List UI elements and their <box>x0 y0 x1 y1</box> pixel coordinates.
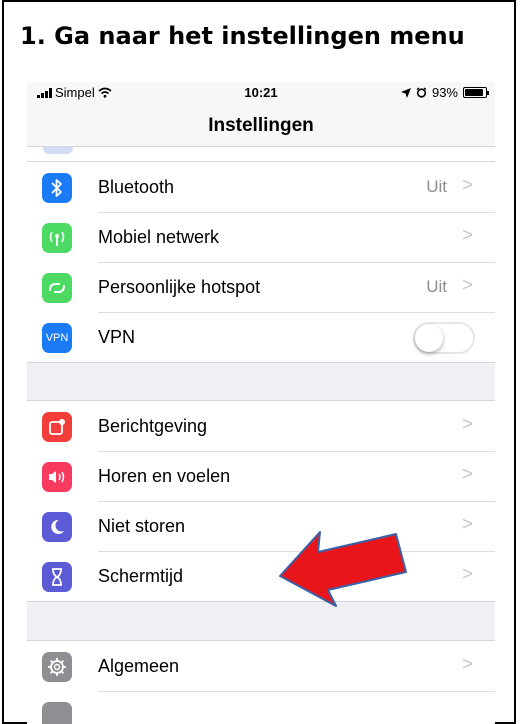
general-group: Algemeen > <box>27 640 495 724</box>
chevron-right-icon: > <box>461 414 473 435</box>
toggle-knob <box>415 324 443 352</box>
partial-icon <box>43 147 73 154</box>
red-arrow-annotation <box>279 531 407 607</box>
sound-icon <box>42 462 72 492</box>
vpn-icon: VPN <box>42 323 72 353</box>
settings-row-niet-storen[interactable]: Niet storen > <box>27 501 495 551</box>
chevron-right-icon: > <box>461 654 473 675</box>
vpn-toggle[interactable] <box>413 322 475 354</box>
chevron-right-icon: > <box>461 275 473 296</box>
row-label: Persoonlijke hotspot <box>98 277 261 297</box>
settings-row-vpn: VPN VPN <box>27 312 495 362</box>
row-label: VPN <box>98 327 136 347</box>
chevron-right-icon: > <box>461 464 473 485</box>
phone-screen: Simpel 10:21 93% Instellingen Bluetooth … <box>27 82 495 724</box>
row-label: Mobiel netwerk <box>98 227 220 247</box>
settings-row-partial <box>27 691 495 724</box>
row-label: Algemeen <box>98 656 180 676</box>
status-right: 93% <box>400 85 489 100</box>
settings-row-horen-en-voelen[interactable]: Horen en voelen > <box>27 451 495 501</box>
settings-row-mobiel-netwerk[interactable]: Mobiel netwerk > <box>27 212 495 262</box>
status-bar: Simpel 10:21 93% <box>27 82 495 102</box>
connectivity-group: Bluetooth Uit > Mobiel netwerk > Persoon… <box>27 162 495 363</box>
page-title: Instellingen <box>208 115 314 136</box>
row-label: Niet storen <box>98 516 186 536</box>
notifications-icon <box>42 412 72 442</box>
row-label: Bluetooth <box>98 177 175 197</box>
notifications-group: Berichtgeving > Horen en voelen > Niet s… <box>27 400 495 602</box>
instruction-title: 1. Ga naar het instellingen menu <box>20 22 465 50</box>
chevron-right-icon: > <box>461 514 473 535</box>
chevron-right-icon: > <box>461 225 473 246</box>
bluetooth-icon <box>42 173 72 203</box>
previous-row-peek <box>27 147 495 162</box>
hotspot-icon <box>42 273 72 303</box>
row-label: Schermtijd <box>98 566 184 586</box>
settings-row-bluetooth[interactable]: Bluetooth Uit > <box>27 162 495 212</box>
gear-icon <box>42 652 72 682</box>
nav-bar: Instellingen <box>27 102 495 147</box>
row-value: Uit <box>426 277 447 296</box>
chevron-right-icon: > <box>461 564 473 585</box>
settings-row-berichtgeving[interactable]: Berichtgeving > <box>27 401 495 451</box>
row-value: Uit <box>426 177 447 196</box>
battery-percent: 93% <box>431 85 458 100</box>
row-label: Horen en voelen <box>98 466 231 486</box>
battery-icon <box>463 87 489 98</box>
settings-row-hotspot[interactable]: Persoonlijke hotspot Uit > <box>27 262 495 312</box>
control-center-icon <box>42 702 72 724</box>
chevron-right-icon: > <box>461 175 473 196</box>
settings-row-algemeen[interactable]: Algemeen > <box>27 641 495 691</box>
moon-icon <box>42 512 72 542</box>
location-icon <box>400 87 411 98</box>
row-label: Berichtgeving <box>98 416 208 436</box>
alarm-icon <box>416 87 427 98</box>
antenna-icon <box>42 223 72 253</box>
settings-row-schermtijd[interactable]: Schermtijd > <box>27 551 495 601</box>
hourglass-icon <box>42 562 72 592</box>
